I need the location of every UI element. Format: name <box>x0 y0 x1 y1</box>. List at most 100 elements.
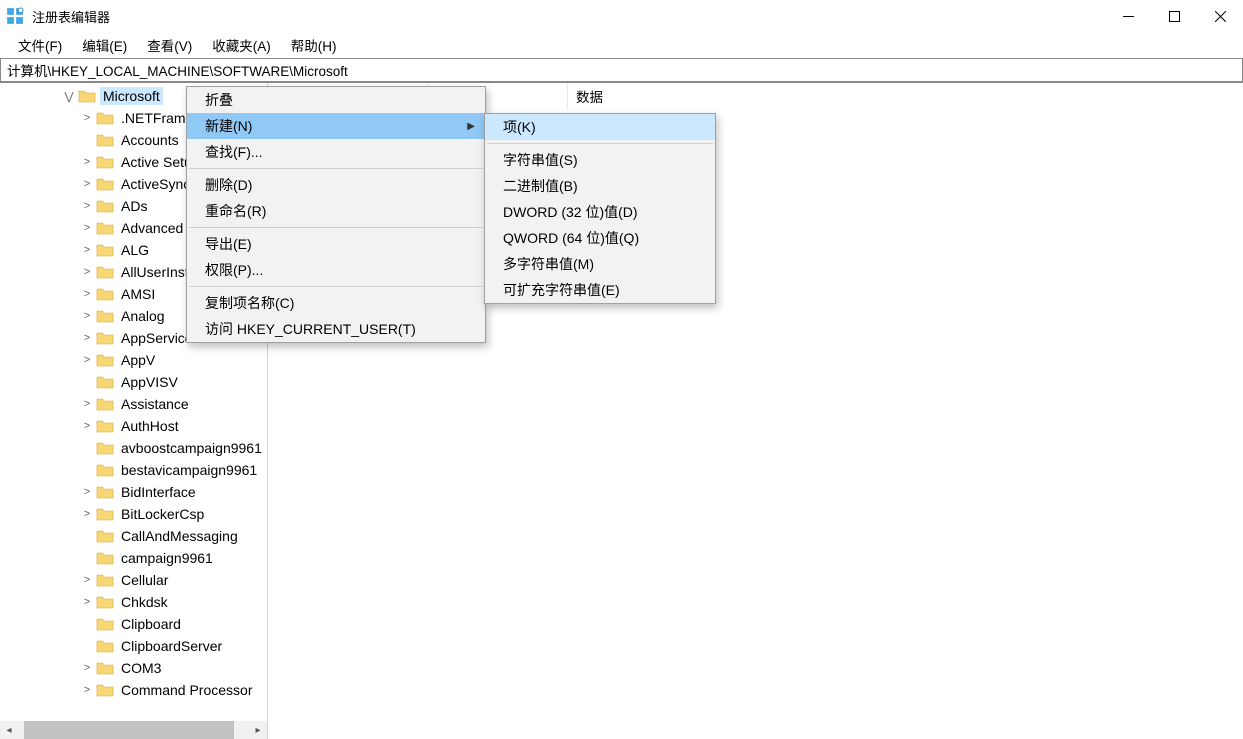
chevron-icon[interactable]: > <box>80 354 94 366</box>
tree-item-label: Assistance <box>118 395 192 413</box>
tree-item[interactable]: bestavicampaign9961 <box>0 459 267 481</box>
ctx-rename[interactable]: 重命名(R) <box>187 198 485 224</box>
folder-icon <box>96 374 114 390</box>
tree-item[interactable]: > Assistance <box>0 393 267 415</box>
ctx-new[interactable]: 新建(N) ▶ <box>187 113 485 139</box>
scroll-left-arrow-icon[interactable]: ◂ <box>0 721 18 739</box>
tree-item-label: ALG <box>118 241 152 259</box>
tree-item[interactable]: > COM3 <box>0 657 267 679</box>
tree-item-label: COM3 <box>118 659 164 677</box>
ctx-new-string[interactable]: 字符串值(S) <box>485 147 715 173</box>
maximize-button[interactable] <box>1151 0 1197 32</box>
ctx-new-dword[interactable]: DWORD (32 位)值(D) <box>485 199 715 225</box>
tree-item[interactable]: > Command Processor <box>0 679 267 701</box>
scroll-thumb[interactable] <box>24 721 234 739</box>
menu-edit[interactable]: 编辑(E) <box>72 31 137 59</box>
tree-item-label: ActiveSync <box>118 175 193 193</box>
tree-item-label: Clipboard <box>118 615 184 633</box>
tree-item-label: Cellular <box>118 571 171 589</box>
folder-icon <box>96 264 114 280</box>
tree-item[interactable]: >AppV <box>0 349 267 371</box>
ctx-new-multistring[interactable]: 多字符串值(M) <box>485 251 715 277</box>
tree-item-label: ADs <box>118 197 150 215</box>
ctx-copy-key-name[interactable]: 复制项名称(C) <box>187 290 485 316</box>
tree-item[interactable]: >BidInterface <box>0 481 267 503</box>
tree-item[interactable]: Clipboard <box>0 613 267 635</box>
chevron-icon[interactable]: > <box>80 508 94 520</box>
tree-item[interactable]: campaign9961 <box>0 547 267 569</box>
tree-item-label: campaign9961 <box>118 549 216 567</box>
chevron-icon[interactable]: > <box>80 398 94 410</box>
chevron-icon[interactable]: > <box>80 200 94 212</box>
folder-icon <box>96 154 114 170</box>
chevron-icon[interactable]: > <box>80 266 94 278</box>
tree-item-label: avboostcampaign9961 <box>118 439 265 457</box>
chevron-icon[interactable]: > <box>80 156 94 168</box>
chevron-icon[interactable]: > <box>80 574 94 586</box>
col-data[interactable]: 数据 <box>568 83 928 109</box>
ctx-permissions[interactable]: 权限(P)... <box>187 257 485 283</box>
chevron-icon[interactable]: > <box>80 288 94 300</box>
ctx-find[interactable]: 查找(F)... <box>187 139 485 165</box>
window-title: 注册表编辑器 <box>32 7 1105 26</box>
menu-file[interactable]: 文件(F) <box>8 31 72 59</box>
ctx-goto-hkcu[interactable]: 访问 HKEY_CURRENT_USER(T) <box>187 316 485 342</box>
folder-icon <box>96 660 114 676</box>
ctx-new-expandstring[interactable]: 可扩充字符串值(E) <box>485 277 715 303</box>
chevron-icon[interactable]: > <box>80 420 94 432</box>
address-bar[interactable]: 计算机\HKEY_LOCAL_MACHINE\SOFTWARE\Microsof… <box>0 58 1243 82</box>
chevron-icon[interactable]: ⋁ <box>62 90 76 103</box>
chevron-icon[interactable]: > <box>80 596 94 608</box>
ctx-new-key[interactable]: 项(K) <box>485 114 715 140</box>
folder-icon <box>96 110 114 126</box>
folder-icon <box>96 440 114 456</box>
chevron-icon[interactable]: > <box>80 332 94 344</box>
chevron-icon[interactable]: > <box>80 486 94 498</box>
chevron-icon[interactable]: > <box>80 112 94 124</box>
folder-icon <box>96 308 114 324</box>
close-button[interactable] <box>1197 0 1243 32</box>
tree-item[interactable]: AppVISV <box>0 371 267 393</box>
minimize-button[interactable] <box>1105 0 1151 32</box>
folder-icon <box>96 176 114 192</box>
ctx-separator <box>189 168 483 169</box>
ctx-new-binary[interactable]: 二进制值(B) <box>485 173 715 199</box>
titlebar: 注册表编辑器 <box>0 0 1243 32</box>
tree-item-label: AMSI <box>118 285 158 303</box>
menu-help[interactable]: 帮助(H) <box>281 31 347 59</box>
tree-item[interactable]: >Chkdsk <box>0 591 267 613</box>
ctx-delete[interactable]: 删除(D) <box>187 172 485 198</box>
folder-icon <box>96 462 114 478</box>
ctx-new-qword[interactable]: QWORD (64 位)值(Q) <box>485 225 715 251</box>
tree-item[interactable]: > Cellular <box>0 569 267 591</box>
tree-horizontal-scrollbar[interactable]: ◂ ▸ <box>0 721 267 739</box>
tree-item[interactable]: CallAndMessaging <box>0 525 267 547</box>
folder-icon <box>96 242 114 258</box>
tree-item[interactable]: >AuthHost <box>0 415 267 437</box>
chevron-icon[interactable]: > <box>80 310 94 322</box>
chevron-icon[interactable]: > <box>80 178 94 190</box>
folder-icon <box>96 506 114 522</box>
tree-item[interactable]: avboostcampaign9961 <box>0 437 267 459</box>
menu-view[interactable]: 查看(V) <box>137 31 202 59</box>
folder-icon <box>96 682 114 698</box>
tree-item-label: Analog <box>118 307 168 325</box>
chevron-icon[interactable]: > <box>80 662 94 674</box>
tree-item-label: Accounts <box>118 131 182 149</box>
chevron-icon[interactable]: > <box>80 244 94 256</box>
chevron-icon[interactable]: > <box>80 222 94 234</box>
tree-item[interactable]: >BitLockerCsp <box>0 503 267 525</box>
tree-item[interactable]: ClipboardServer <box>0 635 267 657</box>
scroll-right-arrow-icon[interactable]: ▸ <box>249 721 267 739</box>
tree-item-label: Command Processor <box>118 681 256 699</box>
folder-icon <box>96 572 114 588</box>
folder-icon <box>96 132 114 148</box>
address-path: 计算机\HKEY_LOCAL_MACHINE\SOFTWARE\Microsof… <box>7 60 348 80</box>
ctx-collapse[interactable]: 折叠 <box>187 87 485 113</box>
chevron-icon[interactable]: > <box>80 684 94 696</box>
folder-icon <box>96 616 114 632</box>
ctx-export[interactable]: 导出(E) <box>187 231 485 257</box>
folder-icon <box>96 550 114 566</box>
menu-favorites[interactable]: 收藏夹(A) <box>202 31 281 59</box>
tree-item-label: AppVISV <box>118 373 181 391</box>
